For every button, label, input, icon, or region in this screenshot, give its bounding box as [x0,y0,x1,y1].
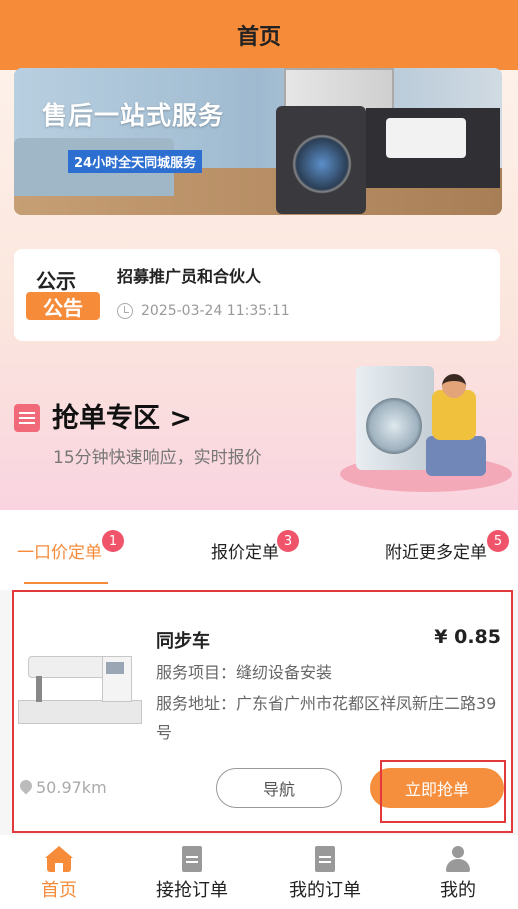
navigate-button[interactable]: 导航 [216,768,342,808]
order-card[interactable]: 同步车 ¥ 0.85 服务项目：缝纫设备安装 服务地址：广东省广州市花都区祥凤新… [12,590,513,833]
tab-badge: 3 [277,530,299,552]
tabbar-label: 接抢订单 [156,880,228,901]
service-address: 服务地址：广东省广州市花都区祥凤新庄二路39号 [156,694,497,742]
notice-time: 2025-03-24 11:35:11 [141,303,290,319]
distance: 50.97km [36,778,107,797]
order-title: 同步车 [156,631,210,652]
notice-card[interactable]: 公示 公告 招募推广员和合伙人 2025-03-24 11:35:11 [14,249,500,341]
page-title: 首页 [236,25,281,50]
grab-zone-subtitle: 15分钟快速响应，实时报价 [53,448,262,468]
page-header: 首页 [0,0,518,70]
tabbar-item-home[interactable]: 首页 [0,835,124,909]
tab-nearby-orders[interactable]: 附近更多定单 [385,538,487,563]
user-icon [445,846,471,872]
notice-icon-label-top: 公示 [36,269,76,293]
sewing-machine-image [18,642,142,732]
grab-button-highlight [380,760,506,823]
tabbar-item-my-orders[interactable]: 我的订单 [260,835,390,909]
ticket-icon [14,404,40,432]
technician-head [442,374,466,398]
order-tabs: 一口价定单 1 报价定单 3 附近更多定单 5 [0,510,518,590]
notice-title: 招募推广员和合伙人 [117,267,262,286]
bottom-tabbar: 首页 接抢订单 我的订单 我的 [0,835,518,909]
service-item: 服务项目：缝纫设备安装 [156,663,333,682]
notice-icon-label-bottom: 公告 [26,292,100,320]
tab-quote-order[interactable]: 报价定单 [211,538,279,563]
document-icon [179,846,205,872]
machine-needle [36,676,42,702]
tab-badge: 1 [102,530,124,552]
tab-badge: 5 [487,530,509,552]
technician-legs [426,436,486,476]
washer-door-illustration [366,398,422,454]
tabbar-label: 首页 [41,880,77,901]
document-icon [312,846,338,872]
technician-illustration [336,358,518,498]
machine-base [18,700,142,724]
tab-fixed-price-order[interactable]: 一口价定单 [17,538,102,563]
tabbar-item-accept-orders[interactable]: 接抢订单 [127,835,257,909]
location-pin-icon [17,777,35,795]
tabbar-item-profile[interactable]: 我的 [393,835,518,909]
clock-icon [117,303,133,319]
sewing-machine-illustration [386,118,466,158]
banner-title: 售后一站式服务 [42,101,225,130]
tabbar-label: 我的订单 [289,880,361,901]
banner-badge: 24小时全天同城服务 [68,150,203,173]
home-icon [45,846,73,872]
tabbar-label: 我的 [440,880,476,901]
machine-panel [106,662,124,674]
order-price: ¥ 0.85 [434,626,501,648]
promo-banner[interactable]: 售后一站式服务 24小时全天同城服务 [14,68,502,215]
grab-zone-title[interactable]: 抢单专区 > [52,396,192,435]
washer-door-illustration [292,134,352,194]
active-tab-underline [24,582,108,584]
